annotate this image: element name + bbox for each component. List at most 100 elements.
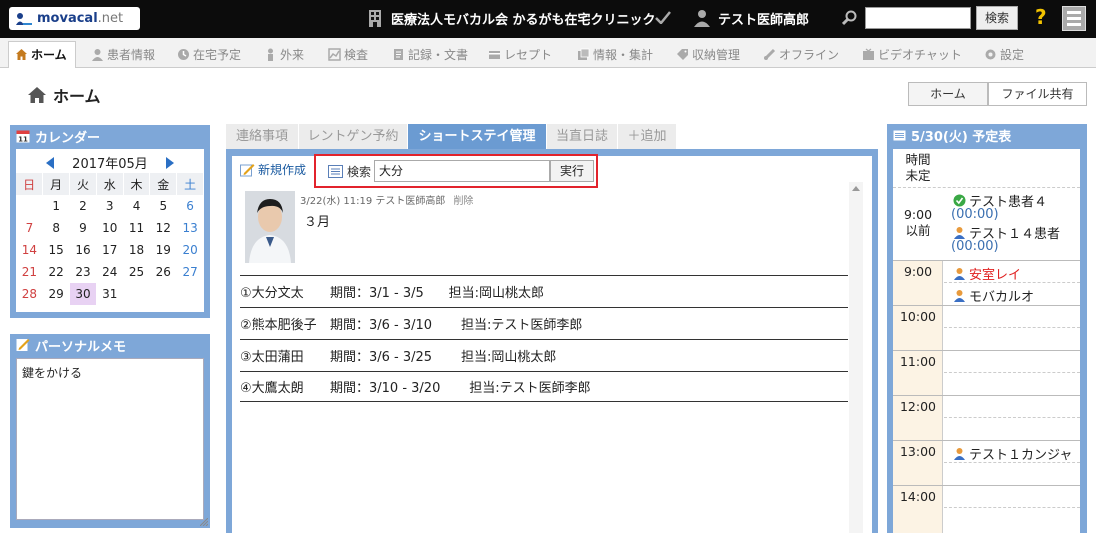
scroll-up-icon[interactable] — [852, 186, 860, 191]
calendar-day[interactable] — [16, 195, 43, 217]
new-post-button[interactable]: 新規作成 — [240, 161, 306, 178]
tab-xray-booking[interactable]: レントゲン予約 — [299, 124, 407, 149]
list-icon — [328, 165, 343, 178]
calendar-day[interactable]: 5 — [150, 195, 177, 217]
weekday-wed: 水 — [96, 173, 124, 195]
nav-label: 外来 — [280, 47, 305, 62]
stats-icon — [578, 48, 590, 60]
search-input[interactable]: 大分 — [374, 160, 550, 182]
weekday-sun: 日 — [16, 173, 44, 195]
receipt-icon — [489, 50, 500, 59]
weekday-mon: 月 — [42, 173, 71, 195]
nav-item-outpatient[interactable]: 外来 — [264, 44, 304, 64]
resize-grip-icon[interactable] — [200, 518, 208, 526]
row-staff: 担当:岡山桃太郎 — [461, 349, 557, 365]
search-icon — [842, 10, 857, 26]
check-icon — [953, 194, 966, 207]
top-search-input[interactable] — [865, 7, 971, 29]
calendar-day[interactable]: 31 — [96, 283, 123, 305]
calendar-day[interactable]: 7 — [16, 217, 43, 239]
doctor-avatar-icon — [245, 191, 295, 263]
home-button[interactable]: ホーム — [908, 82, 988, 106]
calendar-day[interactable]: 25 — [123, 261, 150, 283]
calendar-day[interactable]: 20 — [177, 239, 204, 261]
calendar-day[interactable]: 10 — [96, 217, 123, 239]
calendar-day[interactable]: 21 — [16, 261, 43, 283]
schedule-header: 5/30(火) 予定表 — [887, 124, 1087, 146]
calendar-header: 11 カレンダー — [10, 125, 210, 147]
offline-icon — [763, 48, 776, 60]
calendar-day[interactable]: 28 — [16, 283, 43, 305]
calendar-grid: 日 月 火 水 木 金 土 1 2 3 4 5 6 7 8 9 10 11 12… — [16, 173, 204, 305]
nav-item-offline[interactable]: オフライン — [763, 44, 839, 64]
calendar-day[interactable]: 18 — [123, 239, 150, 261]
calendar-day[interactable]: 6 — [177, 195, 204, 217]
tab-short-stay[interactable]: ショートステイ管理 — [408, 124, 546, 149]
calendar-day[interactable]: 8 — [43, 217, 70, 239]
scrollbar[interactable] — [849, 182, 863, 533]
file-share-button[interactable]: ファイル共有 — [988, 82, 1087, 106]
calendar-day[interactable]: 17 — [96, 239, 123, 261]
menu-icon[interactable] — [1062, 6, 1086, 31]
schedule-entry[interactable]: 安室レイ — [953, 264, 1021, 283]
nav-item-receipt[interactable]: レセプト — [488, 44, 552, 64]
nav-item-home-visit[interactable]: 在宅予定 — [177, 44, 241, 64]
calendar-day[interactable]: 23 — [70, 261, 97, 283]
patient-icon — [92, 48, 103, 61]
calendar-day[interactable]: 22 — [43, 261, 70, 283]
calendar-day[interactable]: 29 — [43, 283, 70, 305]
tab-add[interactable]: ＋追加 — [618, 124, 676, 149]
time-slot-label: 13:00 — [899, 444, 937, 459]
nav-item-patient[interactable]: 患者情報 — [91, 44, 155, 64]
calendar-day[interactable]: 11 — [123, 217, 150, 239]
calendar-panel: 11 カレンダー 2017年05月 日 月 火 水 木 金 土 1 2 3 4 … — [10, 125, 210, 318]
search-exec-button[interactable]: 実行 — [550, 160, 594, 182]
clinic-name[interactable]: 医療法人モバカル会 かるがも在宅クリニック — [391, 9, 656, 28]
top-search-button[interactable]: 検索 — [976, 6, 1018, 30]
nav-item-payment[interactable]: 収納管理 — [676, 44, 740, 64]
calendar-day[interactable]: 1 — [43, 195, 70, 217]
short-stay-panel: 新規作成 検索 大分 実行 3/22(水) 11:19 テスト医師高郎 削除 ３月 — [226, 149, 878, 533]
chart-icon — [328, 47, 341, 61]
calendar-day[interactable]: 27 — [177, 261, 204, 283]
calendar-day[interactable]: 15 — [43, 239, 70, 261]
calendar-day[interactable]: 4 — [123, 195, 150, 217]
row-name: ①大分文太 — [240, 285, 304, 301]
nav-item-settings[interactable]: 設定 — [984, 44, 1024, 64]
calendar-day[interactable]: 19 — [150, 239, 177, 261]
main-nav: ホーム 患者情報 在宅予定 外来 検査 記録・文書 レセプト 情報・集計 収納管… — [0, 38, 1096, 68]
list-icon — [893, 130, 906, 140]
clock-icon — [178, 48, 189, 60]
calendar-day-today[interactable]: 30 — [69, 283, 97, 305]
post-delete-link[interactable]: 削除 — [453, 196, 473, 207]
help-icon[interactable]: ? — [1035, 5, 1047, 29]
calendar-day[interactable]: 9 — [70, 217, 97, 239]
tab-announcements[interactable]: 連絡事項 — [226, 124, 298, 149]
calendar-day[interactable]: 12 — [150, 217, 177, 239]
post-meta: 3/22(水) 11:19 テスト医師高郎 削除 — [300, 192, 473, 207]
person-icon — [954, 290, 965, 302]
calendar-day[interactable]: 24 — [96, 261, 123, 283]
movacal-logo[interactable]: movacal.net — [9, 7, 140, 30]
nav-item-exam[interactable]: 検査 — [328, 44, 368, 64]
nav-item-home[interactable]: ホーム — [15, 44, 67, 64]
calendar-day[interactable]: 13 — [177, 217, 204, 239]
nav-item-records[interactable]: 記録・文書 — [392, 44, 468, 64]
logo-suffix: .net — [97, 11, 124, 26]
tab-duty-log[interactable]: 当直日誌 — [547, 124, 617, 149]
calendar-day[interactable]: 26 — [150, 261, 177, 283]
calendar-day[interactable]: 16 — [70, 239, 97, 261]
next-month-icon[interactable] — [166, 157, 174, 169]
schedule-entry[interactable]: テスト１カンジャ — [953, 444, 1072, 463]
nav-item-video-chat[interactable]: ビデオチャット — [862, 44, 962, 64]
calendar-day[interactable]: 14 — [16, 239, 43, 261]
nav-label: 情報・集計 — [593, 47, 654, 62]
check-icon — [655, 11, 671, 24]
calendar-day[interactable]: 2 — [70, 195, 97, 217]
schedule-entry[interactable]: モバカルオ — [953, 286, 1034, 305]
nav-label: レセプト — [504, 47, 553, 62]
memo-textarea[interactable]: 鍵をかける — [16, 358, 204, 520]
calendar-day[interactable]: 3 — [96, 195, 123, 217]
nav-item-stats[interactable]: 情報・集計 — [577, 44, 653, 64]
user-name[interactable]: テスト医師高郎 — [718, 9, 809, 28]
